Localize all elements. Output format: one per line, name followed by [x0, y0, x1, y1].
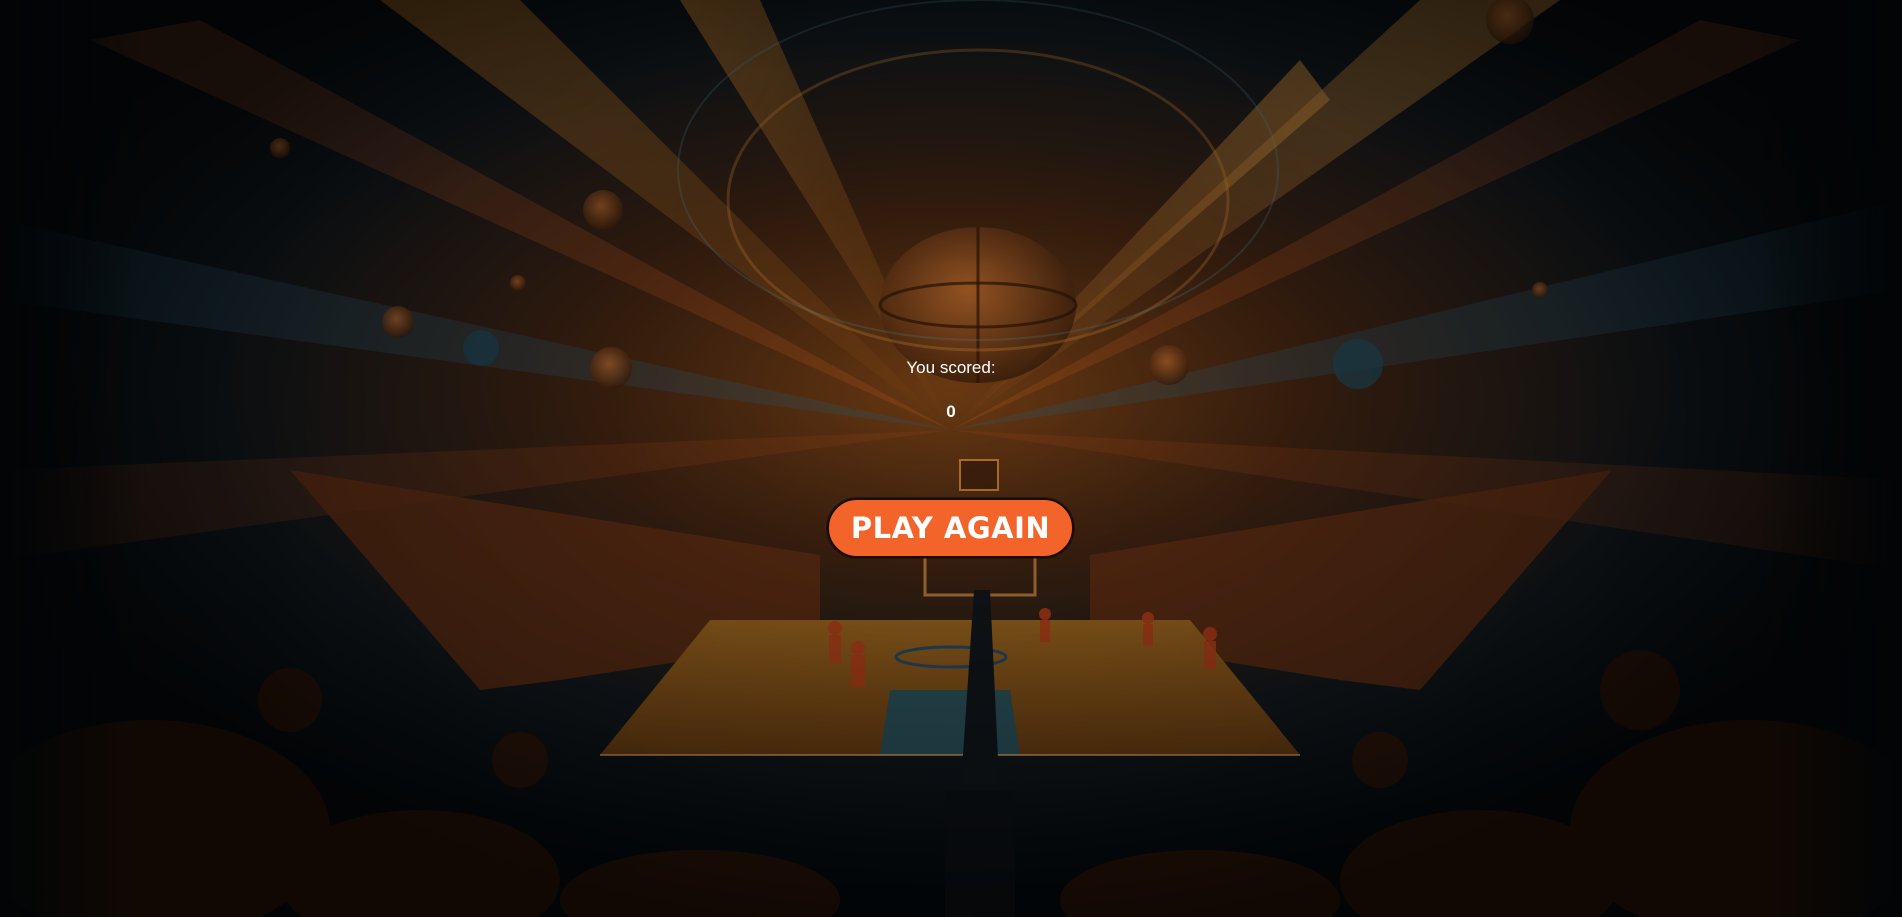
score-label: You scored:	[906, 358, 996, 377]
score-value: 0	[946, 402, 956, 421]
game-over-screen: You scored: 0 PLAY AGAIN	[0, 0, 1902, 917]
play-again-button[interactable]: PLAY AGAIN	[827, 498, 1074, 558]
basketball-arena-background	[0, 0, 1902, 917]
